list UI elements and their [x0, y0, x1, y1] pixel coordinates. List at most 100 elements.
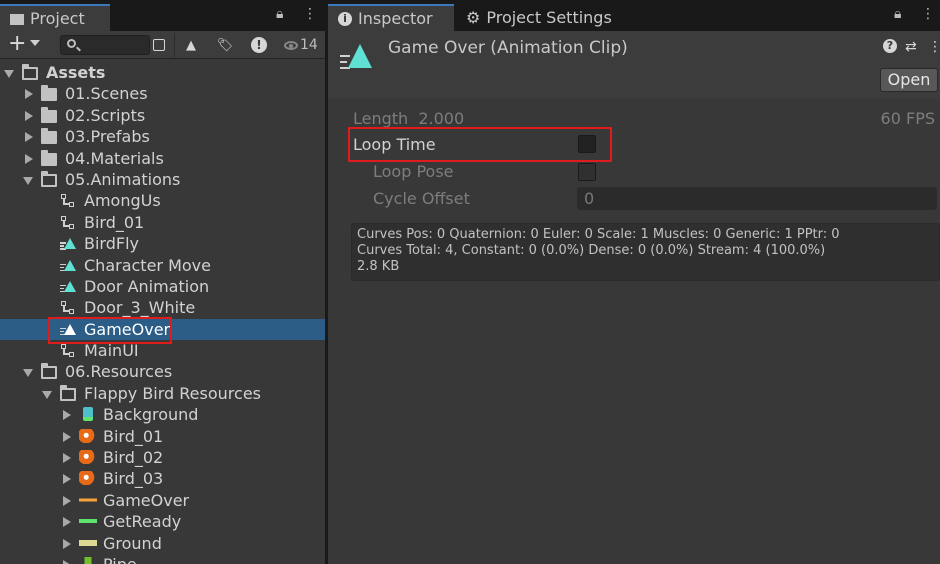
length-label: Length	[353, 109, 409, 128]
highlight-loop-time-box	[348, 127, 612, 162]
cycle-offset-label: Cycle Offset	[373, 189, 470, 208]
animation-clip-icon	[60, 280, 76, 294]
loop-pose-checkbox[interactable]	[578, 163, 596, 181]
expand-arrow-right-icon[interactable]	[63, 559, 71, 564]
create-button[interactable]: +	[8, 33, 26, 55]
tab-inspector[interactable]: i Inspector	[328, 4, 454, 31]
search-by-type-icon[interactable]	[148, 35, 170, 55]
loop-pose-label: Loop Pose	[373, 162, 454, 181]
tree-item[interactable]: Door_3_White	[0, 297, 325, 318]
expand-arrow-right-icon[interactable]	[25, 153, 33, 164]
help-icon[interactable]: ?	[883, 39, 897, 53]
tree-item[interactable]: 04.Materials	[0, 148, 325, 169]
kebab-menu-icon[interactable]: ⋮	[303, 6, 317, 22]
animator-controller-icon	[61, 194, 75, 208]
tree-item-label: AmongUs	[84, 191, 161, 211]
tree-item[interactable]: Bird_01	[0, 212, 325, 233]
expand-arrow-right-icon[interactable]	[63, 431, 71, 442]
search-input[interactable]	[60, 35, 150, 55]
highlight-gameover-box	[48, 317, 172, 344]
tab-inspector-label: Inspector	[358, 9, 433, 28]
inspector-panel: i Inspector ⚙ Project Settings 🔒︎ ⋮ Game…	[328, 0, 940, 564]
tree-item[interactable]: Bird_03	[0, 468, 325, 489]
expand-arrow-right-icon[interactable]	[25, 89, 33, 100]
inspector-header: Game Over (Animation Clip) ? ⇄ ⋮ Open	[328, 31, 940, 99]
kebab-menu-icon[interactable]: ⋮	[921, 6, 935, 22]
expand-arrow-right-icon[interactable]	[63, 495, 71, 506]
animator-controller-icon	[61, 301, 75, 315]
lock-icon[interactable]: 🔒︎	[894, 6, 901, 22]
tree-item[interactable]: Door Animation	[0, 276, 325, 297]
presets-icon[interactable]: ⇄	[905, 39, 917, 55]
tree-item-label: BirdFly	[84, 234, 139, 254]
length-value: 2.000	[418, 109, 465, 128]
bird-sprite-icon	[79, 428, 97, 443]
tree-item[interactable]: 02.Scripts	[0, 105, 325, 126]
inspector-title: Game Over (Animation Clip)	[388, 38, 628, 58]
tree-item[interactable]: Background	[0, 404, 325, 425]
tree-item[interactable]: BirdFly	[0, 233, 325, 254]
project-panel: Project 🔒︎ ⋮ + ▲ 🏷︎ ! 14 Assets 01.Scenes…	[0, 0, 325, 564]
tree-item[interactable]: 03.Prefabs	[0, 126, 325, 147]
tree-item[interactable]: Ground	[0, 533, 325, 554]
folder-open-icon	[22, 64, 38, 80]
expand-arrow-down-icon[interactable]	[23, 176, 33, 185]
background-sprite-icon	[83, 407, 93, 422]
visibility-count: 14	[300, 37, 318, 53]
hidden-packages-toggle[interactable]: 14	[284, 37, 318, 53]
animator-controller-icon	[61, 215, 75, 230]
tree-item-label: 02.Scripts	[65, 105, 146, 125]
expand-arrow-right-icon[interactable]	[63, 474, 71, 485]
tree-item[interactable]: Pipe	[0, 554, 325, 564]
lock-icon[interactable]: 🔒︎	[276, 6, 283, 22]
tree-item[interactable]: Bird_02	[0, 447, 325, 468]
tree-item[interactable]: 05.Animations	[0, 169, 325, 190]
tree-item[interactable]: 01.Scenes	[0, 83, 325, 104]
tab-project[interactable]: Project	[0, 4, 110, 31]
create-dropdown-icon[interactable]	[30, 40, 40, 46]
expand-arrow-right-icon[interactable]	[25, 132, 33, 143]
info-line-totals: Curves Total: 4, Constant: 0 (0.0%) Dens…	[357, 243, 826, 258]
expand-arrow-down-icon[interactable]	[23, 369, 33, 378]
tree-item[interactable]: AmongUs	[0, 190, 325, 211]
tree-item[interactable]: Assets	[0, 62, 325, 83]
tree-item[interactable]: Character Move	[0, 255, 325, 276]
folder-icon	[41, 106, 57, 123]
tree-item[interactable]: Flappy Bird Resources	[0, 383, 325, 404]
cycle-offset-field[interactable]: 0	[577, 187, 937, 210]
expand-arrow-down-icon[interactable]	[4, 70, 14, 78]
asset-tree: Assets 01.Scenes 02.Scripts 03.Prefabs 04.Ma…	[0, 62, 325, 564]
expand-arrow-right-icon[interactable]	[25, 110, 33, 121]
tab-project-settings[interactable]: ⚙ Project Settings	[456, 4, 636, 31]
inspector-body: Length 2.000 60 FPS Loop Time Loop Pose …	[328, 99, 940, 564]
expand-arrow-down-icon[interactable]	[42, 390, 52, 399]
kebab-menu-icon[interactable]: ⋮	[928, 39, 940, 55]
folder-icon	[10, 14, 24, 25]
ground-sprite-icon	[79, 535, 97, 550]
toolbar-divider	[174, 33, 175, 57]
length-row: Length 2.000	[353, 109, 464, 128]
tree-item-label: GetReady	[103, 512, 182, 532]
animation-clip-icon	[60, 237, 76, 251]
tree-item[interactable]: Bird_01	[0, 426, 325, 447]
console-warnings-icon[interactable]: !	[248, 35, 270, 55]
expand-arrow-right-icon[interactable]	[63, 538, 71, 549]
filter-by-label-icon[interactable]: 🏷︎	[214, 35, 236, 55]
tree-item-label: GameOver	[103, 490, 190, 510]
tree-item-label: Bird_01	[84, 212, 145, 232]
gameover-sprite-icon	[79, 492, 97, 507]
tree-item[interactable]: GameOver	[0, 490, 325, 511]
tree-item-label: 04.Materials	[65, 148, 164, 168]
filter-by-type-icon[interactable]: ▲	[180, 35, 202, 55]
info-icon: i	[338, 11, 352, 26]
expand-arrow-right-icon[interactable]	[63, 410, 71, 421]
folder-open-icon	[41, 170, 57, 187]
tree-item[interactable]: GetReady	[0, 511, 325, 532]
expand-arrow-right-icon[interactable]	[63, 517, 71, 528]
tree-item-label: Background	[103, 405, 199, 425]
tree-item[interactable]: 06.Resources	[0, 361, 325, 382]
expand-arrow-right-icon[interactable]	[63, 453, 71, 464]
animator-controller-icon	[61, 344, 75, 358]
open-button[interactable]: Open	[880, 68, 938, 92]
search-icon	[67, 39, 76, 48]
